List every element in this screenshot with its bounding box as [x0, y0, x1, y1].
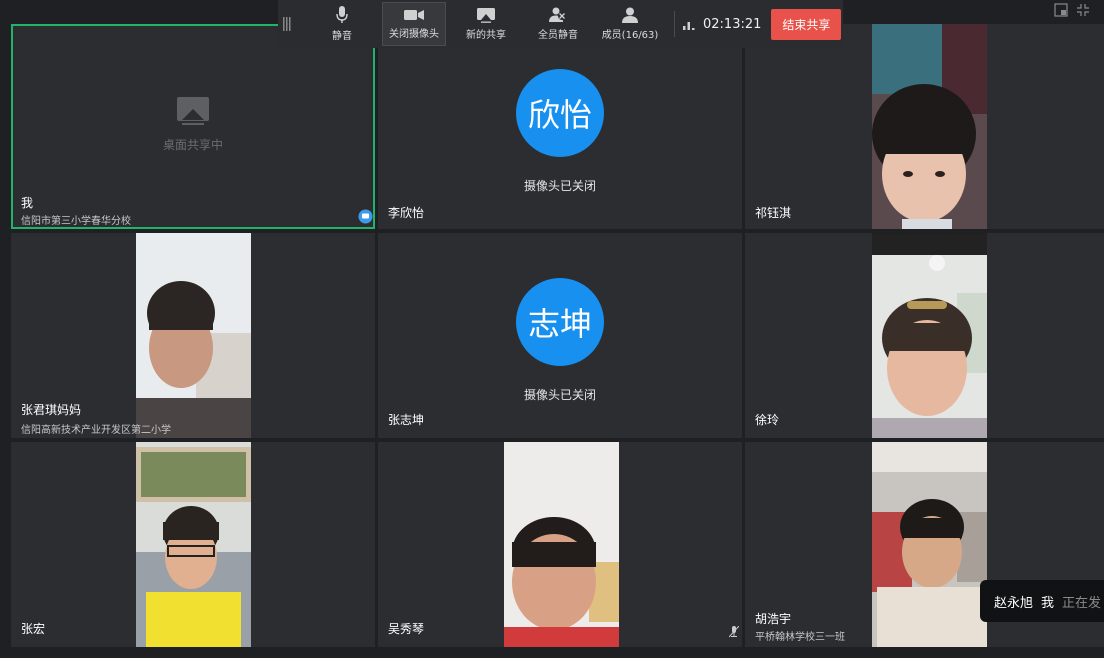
tile-participant[interactable]: 志坤 摄像头已关闭 张志坤 — [378, 233, 742, 438]
picture-in-picture-icon[interactable] — [1054, 3, 1068, 17]
participant-org: 平桥翰林学校三一班 — [755, 632, 845, 643]
share-status: 桌面共享中 — [162, 138, 223, 152]
tile-me[interactable]: 桌面共享中 我 信阳市第三小学春华分校 — [11, 24, 375, 229]
participant-org: 信阳市第三小学春华分校 — [21, 216, 131, 227]
members-icon — [622, 7, 638, 23]
drag-handle[interactable] — [278, 0, 296, 48]
window-controls — [1054, 3, 1090, 17]
camera-off-label: 关闭摄像头 — [389, 29, 439, 40]
avatar: 志坤 — [516, 278, 604, 366]
speaker-me: 我 — [1041, 595, 1055, 611]
participant-name: 张君琪妈妈 — [21, 403, 82, 417]
tile-participant[interactable]: 欣怡 摄像头已关闭 李欣怡 — [378, 24, 742, 229]
members-label: 成员(16/63) — [601, 30, 659, 41]
participant-name: 我 — [21, 196, 34, 210]
grip-icon — [283, 17, 291, 31]
mic-muted-icon — [729, 626, 739, 638]
mute-all-icon — [549, 7, 566, 22]
end-share-button[interactable]: 结束共享 — [771, 8, 842, 40]
speaking-status: 正在发 — [1062, 595, 1102, 611]
camera-icon — [404, 10, 424, 20]
participant-name: 吴秀琴 — [388, 622, 425, 636]
participant-name: 徐玲 — [755, 413, 780, 427]
participant-org: 信阳高新技术产业开发区第二小学 — [21, 425, 171, 436]
video-feed — [872, 233, 987, 438]
tile-participant[interactable]: 吴秀琴 — [378, 442, 742, 647]
camera-off-button[interactable]: 关闭摄像头 — [382, 2, 446, 46]
mute-all-button[interactable]: 全员静音 — [526, 2, 590, 46]
speaking-notification: 赵永旭 我 正在发 — [980, 580, 1104, 622]
speaker-name: 赵永旭 — [994, 595, 1034, 611]
video-feed — [872, 442, 987, 647]
toolbar-divider — [674, 11, 675, 37]
tile-participant[interactable]: 徐玲 — [745, 233, 1104, 438]
meeting-toolbar: 静音 关闭摄像头 新的共享 全员静音 成员(16/63) 02:13:21 结束… — [278, 0, 843, 48]
video-feed — [136, 442, 251, 647]
chat-bubble-icon[interactable] — [358, 209, 373, 224]
participant-name: 张志坤 — [388, 413, 425, 427]
timer-value: 02:13:21 — [703, 16, 762, 32]
mute-label: 静音 — [332, 31, 352, 42]
meeting-timer: 02:13:21 — [683, 17, 761, 32]
tile-participant[interactable]: 张君琪妈妈 信阳高新技术产业开发区第二小学 — [11, 233, 375, 438]
signal-strength-icon — [683, 22, 695, 30]
video-grid: 桌面共享中 我 信阳市第三小学春华分校 欣怡 摄像头已关闭 李欣怡 祁钰淇 张君… — [6, 22, 1104, 648]
tile-participant[interactable]: 张宏 — [11, 442, 375, 647]
exit-fullscreen-icon[interactable] — [1076, 3, 1090, 17]
members-button[interactable]: 成员(16/63) — [598, 2, 662, 46]
camera-off-status: 摄像头已关闭 — [523, 179, 596, 193]
new-share-button[interactable]: 新的共享 — [454, 2, 518, 46]
video-feed — [872, 24, 987, 229]
mute-all-label: 全员静音 — [538, 30, 578, 41]
desktop-share-indicator: 桌面共享中 — [11, 96, 375, 153]
mute-button[interactable]: 静音 — [310, 2, 374, 46]
screen-share-icon — [177, 97, 209, 125]
camera-off-status: 摄像头已关闭 — [523, 388, 596, 402]
participant-name: 张宏 — [21, 622, 46, 636]
new-share-label: 新的共享 — [466, 29, 506, 41]
screen-share-icon — [477, 7, 495, 23]
tile-participant[interactable]: 祁钰淇 — [745, 24, 1104, 229]
avatar: 欣怡 — [516, 69, 604, 157]
video-feed — [504, 442, 619, 647]
video-feed — [136, 233, 251, 438]
participant-name: 胡浩宇 — [755, 612, 792, 626]
participant-name: 祁钰淇 — [755, 206, 792, 220]
participant-name: 李欣怡 — [388, 206, 425, 220]
microphone-icon — [336, 6, 348, 23]
